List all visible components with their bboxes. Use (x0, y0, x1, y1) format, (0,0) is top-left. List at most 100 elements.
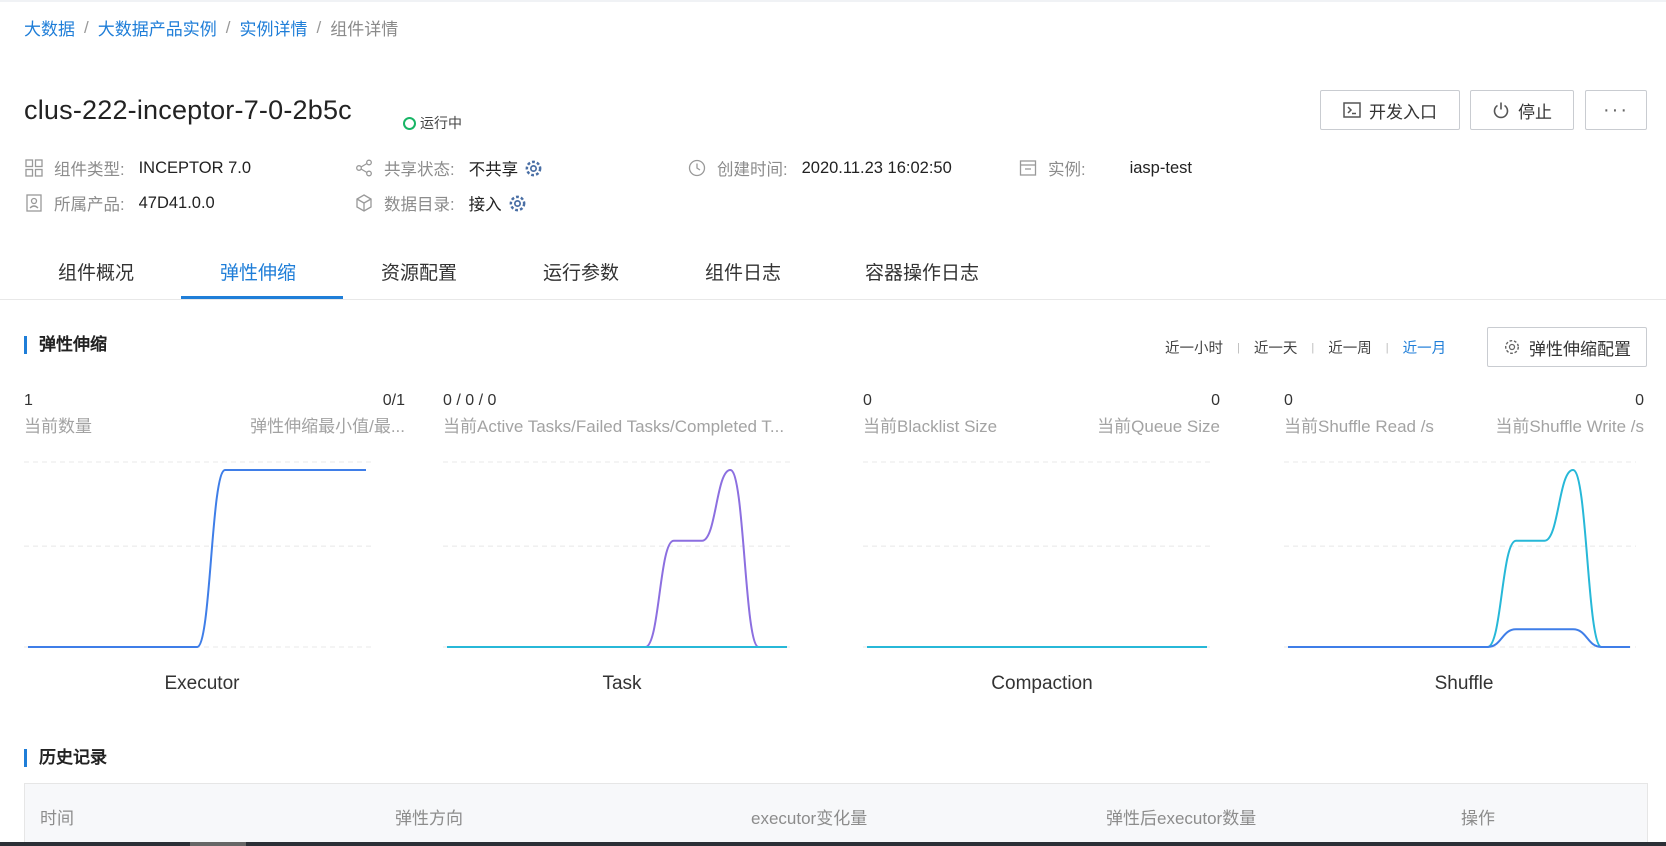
tab-bar: 组件概况 弹性伸缩 资源配置 运行参数 组件日志 容器操作日志 (0, 248, 1666, 300)
task-chart (443, 461, 793, 648)
column-header-time: 时间 (40, 809, 74, 828)
range-divider: | (1237, 341, 1240, 354)
scaling-config-button[interactable]: 弹性伸缩配置 (1487, 327, 1647, 367)
series-line-0 (447, 468, 787, 648)
product-value: 47D41.0.0 (138, 193, 215, 212)
breadcrumb-instance-detail[interactable]: 实例详情 (239, 15, 307, 40)
top-border (0, 0, 1666, 2)
instance-value: iasp-test (1129, 158, 1192, 177)
executor-chart-title: Executor (164, 673, 240, 694)
tab-resource-config[interactable]: 资源配置 (381, 258, 457, 300)
range-1m[interactable]: 近一月 (1403, 337, 1447, 358)
tab-run-params[interactable]: 运行参数 (543, 258, 619, 300)
shuffle-write-label: 当前Shuffle Write /s (1495, 417, 1644, 436)
created-time-value: 2020.11.23 16:02:50 (801, 158, 952, 177)
status-text: 运行中 (420, 115, 462, 131)
task-current-label: 当前Active Tasks/Failed Tasks/Completed T.… (443, 417, 785, 436)
breadcrumb-product-instances[interactable]: 大数据产品实例 (98, 15, 217, 40)
section-title-history: 历史记录 (24, 749, 107, 767)
catalog-icon (354, 193, 374, 213)
breadcrumb: 大数据 / 大数据产品实例 / 实例详情 / 组件详情 (24, 15, 398, 40)
blacklist-current-label: 当前Blacklist Size (863, 417, 998, 436)
range-divider: | (1311, 341, 1315, 354)
breadcrumb-bigdata[interactable]: 大数据 (24, 15, 75, 40)
tab-overview[interactable]: 组件概况 (58, 258, 134, 300)
breadcrumb-separator: / (316, 17, 322, 37)
column-header-executor-delta: executor变化量 (751, 809, 868, 828)
range-1w[interactable]: 近一周 (1328, 337, 1372, 358)
status-dot-icon (403, 116, 416, 130)
data-catalog-value: 接入 (468, 196, 502, 214)
scrollbar-thumb[interactable] (190, 842, 246, 846)
instance-label: 实例: (1048, 161, 1086, 179)
product-label: 所属产品: (54, 196, 125, 214)
catalog-settings-gear-icon[interactable] (508, 194, 527, 213)
stop-label: 停止 (1518, 102, 1552, 122)
page-title: clus-222-inceptor-7-0-2b5c (24, 95, 352, 125)
queue-current-label: 当前Queue Size (1097, 417, 1220, 436)
share-icon (354, 158, 374, 178)
range-1h[interactable]: 近一小时 (1165, 337, 1223, 358)
executor-current-value: 1 (24, 392, 33, 409)
product-icon (24, 193, 44, 213)
shuffle-read-label: 当前Shuffle Read /s (1284, 417, 1434, 436)
blacklist-current-value: 0 (863, 392, 872, 409)
created-time-label: 创建时间: (717, 161, 788, 179)
active-tab-indicator (181, 296, 343, 299)
more-button[interactable]: ··· (1585, 90, 1647, 130)
column-header-executor-after: 弹性后executor数量 (1106, 809, 1257, 828)
info-instance: 实例: iasp-test (1018, 156, 1192, 180)
info-created-time: 创建时间: 2020.11.23 16:02:50 (687, 156, 952, 180)
clock-icon (687, 158, 707, 178)
queue-current-value: 0 (1211, 392, 1220, 409)
section-title-scaling: 弹性伸缩 (24, 336, 107, 354)
info-component-type: 组件类型: INCEPTOR 7.0 (24, 156, 251, 180)
range-divider: | (1385, 341, 1389, 354)
breadcrumb-separator: / (84, 17, 89, 37)
tab-container-op-logs[interactable]: 容器操作日志 (865, 258, 979, 300)
history-table: 时间 弹性方向 executor变化量 弹性后executor数量 操作 (24, 783, 1648, 846)
shuffle-chart (1284, 461, 1636, 648)
task-current-value: 0 / 0 / 0 (443, 392, 497, 409)
info-data-catalog: 数据目录: 接入 (354, 191, 527, 215)
share-settings-gear-icon[interactable] (524, 159, 543, 178)
series-line-0 (1288, 468, 1630, 648)
compaction-chart (863, 461, 1213, 648)
series-line-1 (1288, 628, 1630, 648)
shuffle-read-value: 0 (1284, 392, 1293, 409)
range-1d[interactable]: 近一天 (1254, 337, 1298, 358)
executor-minmax-value: 0/1 (382, 392, 405, 409)
executor-current-label: 当前数量 (24, 417, 92, 436)
share-status-label: 共享状态: (384, 161, 455, 179)
data-catalog-label: 数据目录: (384, 196, 455, 214)
info-share-status: 共享状态: 不共享 (354, 156, 543, 180)
component-type-label: 组件类型: (54, 161, 125, 179)
info-product: 所属产品: 47D41.0.0 (24, 191, 215, 215)
terminal-icon (1343, 102, 1361, 118)
executor-minmax-label: 弹性伸缩最小值/最... (250, 417, 405, 436)
status-badge: 运行中 (403, 113, 462, 133)
executor-chart (24, 461, 372, 648)
dev-entry-button[interactable]: 开发入口 (1320, 90, 1460, 130)
share-status-value: 不共享 (468, 161, 519, 179)
tab-elastic-scaling[interactable]: 弹性伸缩 (220, 258, 296, 300)
shuffle-write-value: 0 (1635, 392, 1644, 409)
tab-component-logs[interactable]: 组件日志 (705, 258, 781, 300)
compaction-chart-title: Compaction (991, 673, 1093, 694)
settings-gear-icon (1504, 339, 1520, 355)
column-header-actions: 操作 (1461, 809, 1495, 828)
shuffle-chart-title: Shuffle (1434, 673, 1494, 694)
scaling-config-label: 弹性伸缩配置 (1529, 339, 1631, 359)
task-chart-title: Task (602, 673, 642, 694)
more-icon: ··· (1603, 98, 1629, 121)
instance-icon (1018, 158, 1038, 178)
breadcrumb-separator: / (225, 17, 231, 37)
grid-icon (24, 158, 44, 178)
stop-button[interactable]: 停止 (1470, 90, 1574, 130)
power-icon (1493, 102, 1509, 119)
series-line-0 (28, 469, 366, 648)
breadcrumb-current: 组件详情 (330, 20, 399, 39)
dev-entry-label: 开发入口 (1369, 102, 1437, 122)
horizontal-scrollbar[interactable] (0, 842, 1666, 846)
time-range-selector: 近一小时 | 近一天 | 近一周 | 近一月 (1165, 337, 1446, 358)
